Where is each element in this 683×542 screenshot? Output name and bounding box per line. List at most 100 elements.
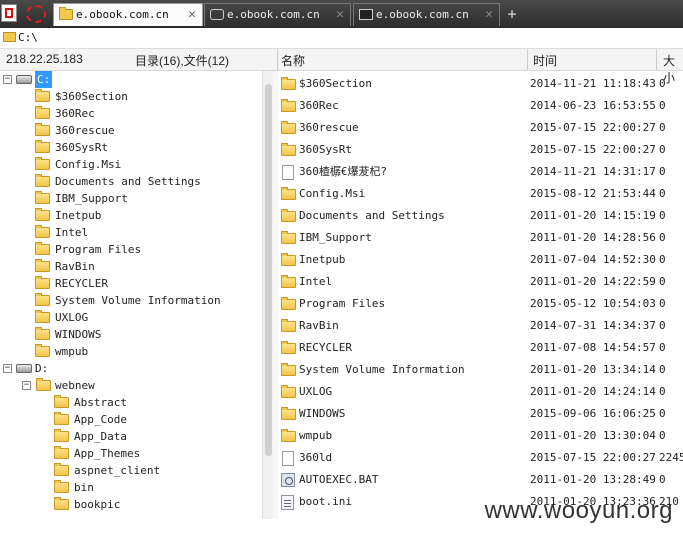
tree-item-label: C: [35, 71, 53, 88]
folder-icon [35, 174, 50, 187]
tree-item-label: 360SysRt [55, 141, 108, 154]
tree-folder-item[interactable]: wmpub [22, 343, 262, 360]
file-modified-time: 2011-01-20 14:24:14 [530, 385, 656, 398]
tree-folder-item[interactable]: WINDOWS [22, 326, 262, 343]
tree-folder-item[interactable]: App_Data [41, 428, 262, 445]
file-modified-time: 2011-01-20 13:28:49 [530, 473, 656, 486]
file-modified-time: 2011-07-04 14:52:30 [530, 253, 656, 266]
new-tab-button[interactable]: + [504, 3, 520, 25]
tree-item-label: System Volume Information [55, 294, 221, 307]
folder-row[interactable]: System Volume Information 2011-01-20 13:3… [278, 359, 683, 381]
tab-close-icon[interactable]: ✕ [188, 4, 196, 26]
folder-icon [281, 319, 296, 332]
tree-item-label: Inetpub [55, 209, 102, 222]
folder-row[interactable]: Config.Msi 2015-08-12 21:53:44 0 [278, 183, 683, 205]
tree-folder-item[interactable]: App_Themes [41, 445, 262, 462]
tree-folder-item[interactable]: bin [41, 479, 262, 496]
tree-folder-item[interactable]: 360SysRt [22, 139, 262, 156]
tab-close-icon[interactable]: ✕ [485, 4, 493, 26]
tree-folder-item[interactable]: IBM_Support [22, 190, 262, 207]
folder-icon [281, 187, 296, 200]
folder-row[interactable]: Documents and Settings 2011-01-20 14:15:1… [278, 205, 683, 227]
file-modified-time: 2011-01-20 14:22:59 [530, 275, 656, 288]
tree-folder-item[interactable]: RavBin [22, 258, 262, 275]
tree-item-label: 360rescue [55, 124, 115, 137]
folder-row[interactable]: RavBin 2014-07-31 14:34:37 0 [278, 315, 683, 337]
tree-folder-item[interactable]: aspnet_client [41, 462, 262, 479]
folder-icon [54, 463, 69, 476]
tree-folder-item[interactable]: Inetpub [22, 207, 262, 224]
tree-folder-item[interactable]: System Volume Information [22, 292, 262, 309]
column-divider[interactable] [527, 49, 528, 70]
folder-icon [35, 327, 50, 340]
folder-row[interactable]: $360Section 2014-11-21 11:18:43 0 [278, 73, 683, 95]
app-icon[interactable] [1, 4, 17, 22]
folder-row[interactable]: Program Files 2015-05-12 10:54:03 0 [278, 293, 683, 315]
folder-row[interactable]: wmpub 2011-01-20 13:30:04 0 [278, 425, 683, 447]
scrollbar-thumb[interactable] [265, 84, 272, 456]
file-list: $360Section 2014-11-21 11:18:43 0 360Rec 201… [278, 71, 683, 519]
tree-folder-item[interactable]: $360Section [22, 88, 262, 105]
shell-icon[interactable] [26, 5, 46, 23]
folder-icon [281, 275, 296, 288]
folder-row[interactable]: UXLOG 2011-01-20 14:24:14 0 [278, 381, 683, 403]
folder-row[interactable]: Intel 2011-01-20 14:22:59 0 [278, 271, 683, 293]
file-row[interactable]: 360楂樼€爆茇杞? 2014-11-21 14:31:17 0 [278, 161, 683, 183]
file-size: 0 [659, 209, 666, 222]
tree-drive-item[interactable]: − D: [3, 360, 262, 377]
file-row[interactable]: AUTOEXEC.BAT 2011-01-20 13:28:49 0 [278, 469, 683, 491]
collapse-toggle-icon[interactable]: − [3, 75, 12, 84]
tree-folder-item[interactable]: 360rescue [22, 122, 262, 139]
file-size: 0 [659, 363, 666, 376]
folder-icon [281, 385, 296, 398]
tree-folder-item[interactable]: Intel [22, 224, 262, 241]
tab-terminal[interactable]: e.obook.com.cn ✕ [353, 3, 500, 26]
file-modified-time: 2014-11-21 11:18:43 [530, 77, 656, 90]
folder-row[interactable]: 360Rec 2014-06-23 16:53:55 0 [278, 95, 683, 117]
tree-folder-item[interactable]: Program Files [22, 241, 262, 258]
column-divider[interactable] [277, 49, 278, 70]
column-header-time[interactable]: 时间 [533, 52, 557, 69]
file-row[interactable]: 360ld 2015-07-15 22:00:27 2245 [278, 447, 683, 469]
tab-database[interactable]: e.obook.com.cn ✕ [204, 3, 351, 26]
folder-icon [281, 77, 296, 90]
tree-folder-item[interactable]: Documents and Settings [22, 173, 262, 190]
folder-icon [281, 429, 296, 442]
tree-item-label: aspnet_client [74, 464, 161, 477]
tree-scrollbar[interactable] [262, 71, 273, 519]
folder-icon [35, 310, 50, 323]
database-icon [210, 9, 224, 20]
tree-item-label: WINDOWS [55, 328, 102, 341]
folder-icon [35, 106, 50, 119]
file-name: Documents and Settings [299, 209, 445, 222]
tree-folder-item[interactable]: − webnew [22, 377, 262, 394]
collapse-toggle-icon[interactable]: − [22, 381, 31, 390]
folder-icon [281, 253, 296, 266]
file-name: boot.ini [299, 495, 352, 508]
tree-folder-item[interactable]: App_Code [41, 411, 262, 428]
tree-drive-item[interactable]: − C: [3, 71, 262, 88]
file-size: 0 [659, 121, 666, 134]
folder-row[interactable]: 360rescue 2015-07-15 22:00:27 0 [278, 117, 683, 139]
tree-folder-item[interactable]: Abstract [41, 394, 262, 411]
tree-folder-item[interactable]: UXLOG [22, 309, 262, 326]
file-size: 0 [659, 231, 666, 244]
folder-row[interactable]: RECYCLER 2011-07-08 14:54:57 0 [278, 337, 683, 359]
tree-folder-item[interactable]: bookpic [41, 496, 262, 513]
tree-folder-item[interactable]: 360Rec [22, 105, 262, 122]
tab-close-icon[interactable]: ✕ [336, 4, 344, 26]
tree-folder-item[interactable]: Config.Msi [22, 156, 262, 173]
folder-row[interactable]: 360SysRt 2015-07-15 22:00:27 0 [278, 139, 683, 161]
column-divider[interactable] [656, 49, 657, 70]
path-input[interactable]: C:\ [18, 30, 38, 46]
file-size: 0 [659, 77, 666, 90]
folder-row[interactable]: WINDOWS 2015-09-06 16:06:25 0 [278, 403, 683, 425]
folder-row[interactable]: Inetpub 2011-07-04 14:52:30 0 [278, 249, 683, 271]
column-header-name[interactable]: 名称 [281, 52, 305, 69]
file-name: IBM_Support [299, 231, 372, 244]
tab-file-manager[interactable]: e.obook.com.cn ✕ [53, 3, 203, 26]
collapse-toggle-icon[interactable]: − [3, 364, 12, 373]
tree-folder-item[interactable]: RECYCLER [22, 275, 262, 292]
folder-row[interactable]: IBM_Support 2011-01-20 14:28:56 0 [278, 227, 683, 249]
drive-icon [16, 364, 32, 373]
